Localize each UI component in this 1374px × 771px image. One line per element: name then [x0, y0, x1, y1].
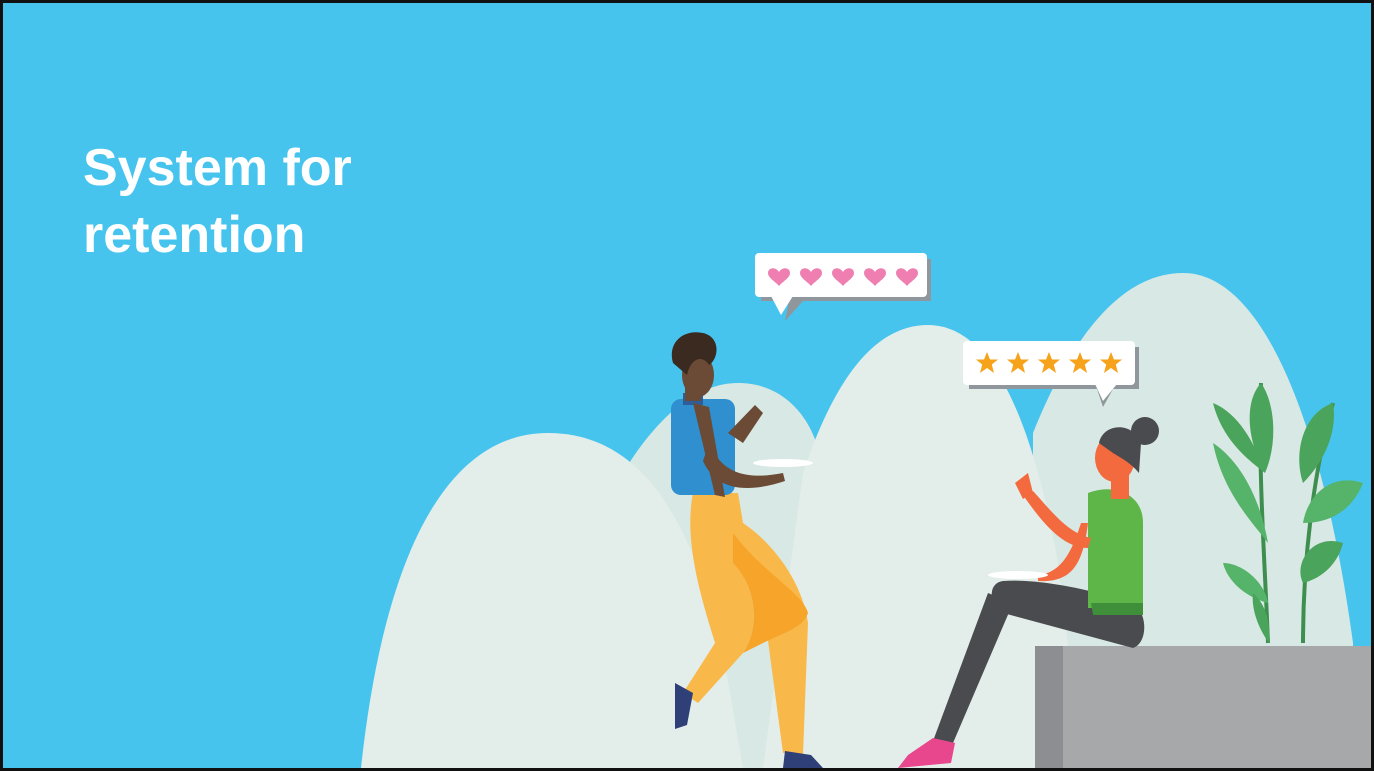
seat-block: [1035, 646, 1371, 768]
retention-illustration: [361, 253, 1371, 768]
hearts-bubble: [755, 253, 931, 321]
slide: System for retention: [0, 0, 1374, 771]
